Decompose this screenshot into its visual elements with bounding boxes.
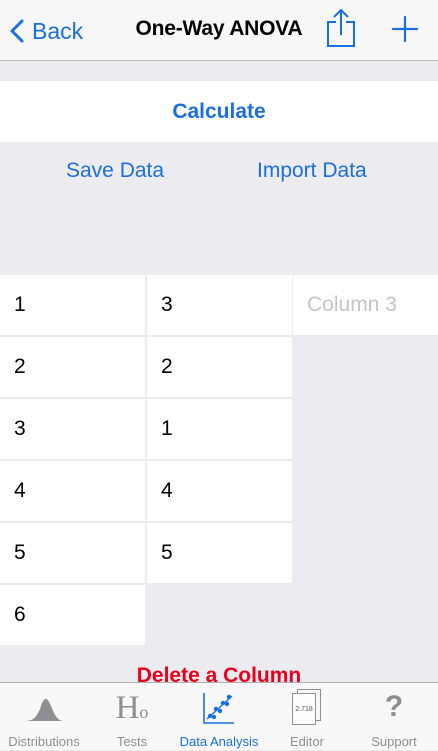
share-icon <box>327 8 355 47</box>
tab-label: Support <box>371 734 417 749</box>
tab-tests[interactable]: Ho Tests <box>88 683 176 751</box>
column-1-cell-2[interactable]: 2 <box>0 337 145 397</box>
plus-icon <box>391 15 419 43</box>
column-2-cell-1[interactable]: 3 <box>147 275 292 335</box>
column-1-cell-5[interactable]: 5 <box>0 523 145 583</box>
column-1-cell-6[interactable]: 6 <box>0 585 145 645</box>
tab-data-analysis[interactable]: Data Analysis <box>175 683 263 751</box>
tab-support[interactable]: ? Support <box>350 683 438 751</box>
column-1-cell-1[interactable]: 1 <box>0 275 145 335</box>
column-1-cell-4[interactable]: 4 <box>0 461 145 521</box>
navigation-bar: Back One-Way ANOVA <box>0 0 438 61</box>
column-3-cell-1[interactable]: Column 3 <box>293 275 438 335</box>
scatter-plot-icon <box>203 693 234 724</box>
import-data-button[interactable]: Import Data <box>257 159 367 183</box>
share-button[interactable] <box>324 7 358 49</box>
hypothesis-icon: Ho <box>115 690 149 726</box>
column-2-cell-3[interactable]: 1 <box>147 399 292 459</box>
page-title: One-Way ANOVA <box>135 17 303 40</box>
column-2-cell-4[interactable]: 4 <box>147 461 292 521</box>
save-data-button[interactable]: Save Data <box>66 159 164 183</box>
tab-editor[interactable]: 2.718 Editor <box>263 683 351 751</box>
column-2-cell-2[interactable]: 2 <box>147 337 292 397</box>
document-editor-icon: 2.718 <box>292 689 322 725</box>
column-1-cell-3[interactable]: 3 <box>0 399 145 459</box>
add-button[interactable] <box>390 14 420 44</box>
question-mark-icon: ? <box>384 690 404 723</box>
calculate-button[interactable]: Calculate <box>0 81 438 142</box>
tab-distributions[interactable]: Distributions <box>0 683 88 751</box>
distribution-curve-icon <box>24 699 64 721</box>
tab-bar: Distributions Ho Tests Data Analysis 2.7… <box>0 682 438 750</box>
column-2-cell-5[interactable]: 5 <box>147 523 292 583</box>
